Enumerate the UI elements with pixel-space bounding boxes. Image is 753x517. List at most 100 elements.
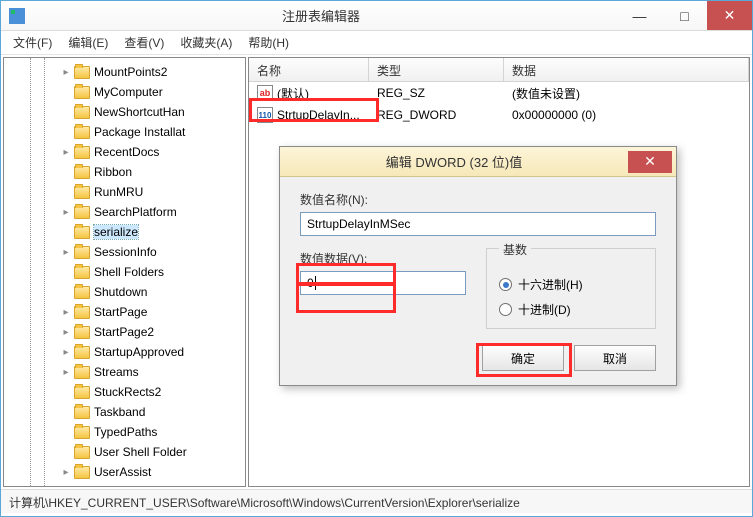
col-type[interactable]: 类型 [369,58,504,81]
tree-item-shell-folders[interactable]: Shell Folders [4,262,245,282]
expand-icon[interactable] [60,266,72,278]
list-row[interactable]: ab(默认)REG_SZ(数值未设置) [249,82,749,104]
list-header[interactable]: 名称 类型 数据 [249,58,749,82]
cancel-button[interactable]: 取消 [574,345,656,371]
dialog-titlebar[interactable]: 编辑 DWORD (32 位)值 ✕ [280,147,676,177]
expand-icon[interactable]: ▸ [60,466,72,478]
tree-item-label: TypedPaths [94,425,157,439]
tree-item-label: UserAssist [94,465,151,479]
tree-item-package-installat[interactable]: Package Installat [4,122,245,142]
window-controls: — □ ✕ [617,1,752,30]
tree-item-mycomputer[interactable]: MyComputer [4,82,245,102]
menu-edit[interactable]: 编辑(E) [60,31,116,54]
expand-icon[interactable]: ▸ [60,326,72,338]
tree-pane[interactable]: ▸MountPoints2 MyComputer NewShortcutHan Pac… [3,57,246,487]
tree-item-recentdocs[interactable]: ▸ RecentDocs [4,142,245,162]
menu-view[interactable]: 查看(V) [116,31,172,54]
tree-item-runmru[interactable]: RunMRU [4,182,245,202]
tree-item-startupapproved[interactable]: ▸StartupApproved [4,342,245,362]
folder-icon [74,386,90,399]
folder-icon [74,246,90,259]
tree-item-userassist[interactable]: ▸ UserAssist [4,462,245,482]
list-row[interactable]: 110StrtupDelayIn...REG_DWORD0x00000000 (… [249,104,749,126]
tree-item-label: Taskband [94,405,145,419]
expand-icon[interactable]: ▸ [60,146,72,158]
tree-item-label: StartPage2 [94,325,154,339]
tree-item-label: MyComputer [94,85,163,99]
value-name: StrtupDelayIn... [277,108,360,122]
tree-item-user-shell-folder[interactable]: User Shell Folder [4,442,245,462]
tree-item-label: Streams [94,365,139,379]
value-name-label: 数值名称(N): [300,191,656,208]
statusbar: 计算机\HKEY_CURRENT_USER\Software\Microsoft… [1,489,752,513]
col-data[interactable]: 数据 [504,58,749,81]
tree-item-mountpoints2[interactable]: ▸MountPoints2 [4,62,245,82]
tree-item-label: NewShortcutHan [94,105,185,119]
ok-button[interactable]: 确定 [482,345,564,371]
expand-icon[interactable] [60,226,72,238]
expand-icon[interactable]: ▸ [60,66,72,78]
tree-item-streams[interactable]: ▸ Streams [4,362,245,382]
tree-item-ribbon[interactable]: Ribbon [4,162,245,182]
expand-icon[interactable] [60,86,72,98]
expand-icon[interactable]: ▸ [60,346,72,358]
expand-icon[interactable] [60,186,72,198]
folder-icon [74,426,90,439]
radio-dec-row[interactable]: 十进制(D) [499,301,643,318]
value-type: REG_DWORD [369,108,504,122]
folder-icon [74,286,90,299]
expand-icon[interactable] [60,446,72,458]
col-name[interactable]: 名称 [249,58,369,81]
titlebar[interactable]: 注册表编辑器 — □ ✕ [1,1,752,31]
value-data-input[interactable] [300,271,466,295]
expand-icon[interactable] [60,166,72,178]
close-button[interactable]: ✕ [707,1,752,30]
app-icon [9,8,25,24]
folder-icon [74,106,90,119]
value-data: 0x00000000 (0) [504,108,604,122]
tree-item-stuckrects2[interactable]: StuckRects2 [4,382,245,402]
tree-item-label: RunMRU [94,185,143,199]
tree-item-searchplatform[interactable]: ▸SearchPlatform [4,202,245,222]
tree-item-label: RecentDocs [94,145,159,159]
expand-icon[interactable] [60,426,72,438]
tree-item-startpage[interactable]: ▸StartPage [4,302,245,322]
expand-icon[interactable]: ▸ [60,306,72,318]
folder-icon [74,146,90,159]
expand-icon[interactable] [60,406,72,418]
radio-hex-row[interactable]: 十六进制(H) [499,276,643,293]
expand-icon[interactable]: ▸ [60,206,72,218]
expand-icon[interactable] [60,106,72,118]
radio-hex[interactable] [499,278,512,291]
menu-help[interactable]: 帮助(H) [240,31,297,54]
tree-item-startpage2[interactable]: ▸ StartPage2 [4,322,245,342]
value-type: REG_SZ [369,86,504,100]
tree-item-label: Shell Folders [94,265,164,279]
tree-item-shutdown[interactable]: Shutdown [4,282,245,302]
maximize-button[interactable]: □ [662,1,707,30]
menu-file[interactable]: 文件(F) [5,31,60,54]
expand-icon[interactable]: ▸ [60,366,72,378]
tree-item-sessioninfo[interactable]: ▸ SessionInfo [4,242,245,262]
expand-icon[interactable] [60,126,72,138]
tree-item-typedpaths[interactable]: TypedPaths [4,422,245,442]
tree-item-serialize[interactable]: serialize [4,222,245,242]
value-name-input[interactable] [300,212,656,236]
string-value-icon: ab [257,85,273,101]
folder-icon [74,266,90,279]
minimize-button[interactable]: — [617,1,662,30]
value-data-label: 数值数据(V): [300,250,466,267]
folder-icon [74,206,90,219]
expand-icon[interactable] [60,286,72,298]
folder-icon [74,166,90,179]
radio-dec[interactable] [499,303,512,316]
expand-icon[interactable]: ▸ [60,246,72,258]
expand-icon[interactable] [60,386,72,398]
tree-item-taskband[interactable]: Taskband [4,402,245,422]
tree-item-newshortcuthan[interactable]: NewShortcutHan [4,102,245,122]
menu-favorites[interactable]: 收藏夹(A) [172,31,240,54]
tree-item-label: Ribbon [94,165,132,179]
dialog-close-button[interactable]: ✕ [628,151,672,173]
value-data: (数值未设置) [504,85,588,102]
tree-item-label: SessionInfo [94,245,157,259]
